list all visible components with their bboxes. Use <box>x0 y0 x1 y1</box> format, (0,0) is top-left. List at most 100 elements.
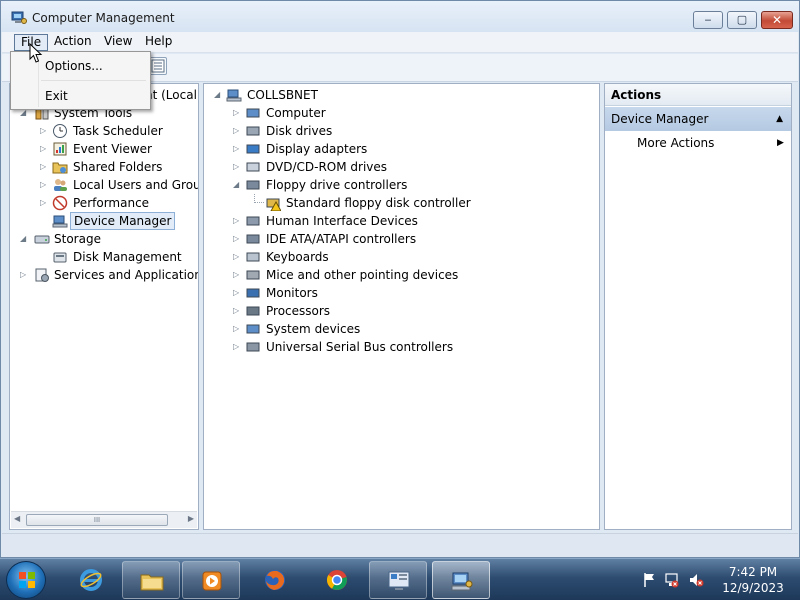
device-category-icon <box>246 270 260 280</box>
properties-icon <box>151 59 165 73</box>
menu-action[interactable]: Action <box>48 34 98 51</box>
collapse-arrow-icon[interactable]: ◢ <box>20 230 28 248</box>
warning-device-icon <box>266 198 281 211</box>
menu-item-options[interactable]: Options... <box>45 57 103 75</box>
expand-arrow-icon[interactable]: ▷ <box>233 212 241 230</box>
menu-item-exit[interactable]: Exit <box>45 87 68 105</box>
navigation-tree-pane[interactable]: nt (Local ◢ System Tools ▷ Task Schedule… <box>9 83 199 530</box>
device-tree-pane[interactable]: ◢ COLLSBNET ▷ Computer ▷ Disk drives ▷ Displa… <box>203 83 600 530</box>
tree-item-label: Device Manager <box>70 212 176 230</box>
device-category-icon <box>246 288 260 298</box>
device-label: Display adapters <box>266 142 368 156</box>
services-icon <box>35 268 49 282</box>
device-label: System devices <box>266 322 361 336</box>
tree-item-label: Shared Folders <box>73 160 163 174</box>
menu-bar: File Action View Help <box>2 32 798 53</box>
tree-item-label: Local Users and Groups <box>73 178 198 192</box>
expand-arrow-icon[interactable]: ▷ <box>40 158 48 176</box>
clock-date: 12/9/2023 <box>722 581 784 595</box>
internet-explorer-icon <box>80 569 102 591</box>
scroll-right-icon[interactable]: ▶ <box>188 514 194 523</box>
network-icon <box>665 573 679 588</box>
expand-arrow-icon[interactable]: ▷ <box>233 320 241 338</box>
expand-arrow-icon[interactable]: ▷ <box>40 194 48 212</box>
expand-arrow-icon[interactable]: ▷ <box>233 230 241 248</box>
device-category-icon <box>246 234 260 244</box>
media-player-icon <box>202 571 222 591</box>
expand-arrow-icon[interactable]: ▷ <box>233 302 241 320</box>
expand-arrow-icon[interactable]: ▷ <box>40 140 48 158</box>
device-label: IDE ATA/ATAPI controllers <box>266 232 417 246</box>
tree-root-label: nt (Local <box>145 88 197 102</box>
control-panel-icon <box>388 571 410 590</box>
firefox-icon <box>265 570 285 590</box>
horizontal-scrollbar[interactable]: ◀ III ▶ <box>11 511 197 528</box>
device-label: Floppy drive controllers <box>266 178 408 192</box>
more-actions-item[interactable]: More Actions <box>637 134 714 152</box>
menu-view[interactable]: View <box>98 34 138 51</box>
device-label: Universal Serial Bus controllers <box>266 340 454 354</box>
device-manager-icon <box>52 215 68 228</box>
device-tree-root-label: COLLSBNET <box>247 88 318 102</box>
expand-arrow-icon[interactable]: ▷ <box>20 266 28 284</box>
taskbar-internet-explorer[interactable] <box>62 561 120 599</box>
device-label: Keyboards <box>266 250 329 264</box>
scrollbar-thumb[interactable]: III <box>26 514 168 526</box>
tree-item-label: Performance <box>73 196 150 210</box>
computer-management-app-icon <box>11 11 27 24</box>
windows-logo-icon <box>19 572 35 588</box>
device-label: DVD/CD-ROM drives <box>266 160 388 174</box>
taskbar-computer-management[interactable] <box>432 561 490 599</box>
actions-pane: Actions Device Manager ▲ More Actions ▶ <box>604 83 792 530</box>
expand-arrow-icon[interactable]: ▷ <box>40 122 48 140</box>
tree-item-label: Services and Applications <box>54 268 199 282</box>
expand-arrow-icon[interactable]: ▷ <box>233 266 241 284</box>
mouse-cursor-icon <box>29 43 43 63</box>
device-category-icon <box>246 252 260 262</box>
taskbar-chrome[interactable] <box>308 561 366 599</box>
expand-arrow-icon[interactable]: ▷ <box>233 104 241 122</box>
expand-arrow-icon[interactable]: ▷ <box>40 176 48 194</box>
device-label: Disk drives <box>266 124 333 138</box>
tree-item-label: Task Scheduler <box>73 124 163 138</box>
taskbar-media-player[interactable] <box>182 561 240 599</box>
performance-icon <box>52 195 68 211</box>
device-label: Human Interface Devices <box>266 214 418 228</box>
system-tray-icons[interactable] <box>642 571 710 589</box>
collapse-arrow-icon[interactable]: ◢ <box>214 86 222 104</box>
device-label: Mice and other pointing devices <box>266 268 459 282</box>
tree-item-label: Event Viewer <box>73 142 152 156</box>
start-button[interactable] <box>6 561 46 599</box>
volume-muted-icon <box>690 574 704 587</box>
minimize-button[interactable]: ‒ <box>693 11 723 29</box>
expand-arrow-icon[interactable]: ▷ <box>233 248 241 266</box>
close-button[interactable]: ✕ <box>761 11 793 29</box>
expand-arrow-icon[interactable]: ▷ <box>233 122 241 140</box>
tree-connector <box>254 194 264 203</box>
properties-toolbar-button[interactable] <box>149 57 167 75</box>
title-bar[interactable]: Computer Management ‒ ▢ ✕ <box>1 1 799 32</box>
expand-arrow-icon[interactable]: ▷ <box>233 140 241 158</box>
shared-folder-icon <box>52 162 68 174</box>
scroll-left-icon[interactable]: ◀ <box>14 514 20 523</box>
computer-management-icon <box>451 572 473 591</box>
taskbar-clock[interactable]: 7:42 PM 12/9/2023 <box>718 564 788 596</box>
disk-management-icon <box>53 252 67 263</box>
expand-arrow-icon[interactable]: ▷ <box>233 338 241 356</box>
device-label: Computer <box>266 106 326 120</box>
taskbar-control-panel[interactable] <box>369 561 427 599</box>
submenu-arrow-icon[interactable]: ▶ <box>777 134 784 152</box>
maximize-button[interactable]: ▢ <box>727 11 757 29</box>
expand-arrow-icon[interactable]: ▷ <box>233 284 241 302</box>
computer-icon <box>226 89 242 102</box>
taskbar-firefox[interactable] <box>246 561 304 599</box>
actions-section-label: Device Manager <box>611 112 709 126</box>
expand-arrow-icon[interactable]: ▷ <box>233 158 241 176</box>
taskbar-file-explorer[interactable] <box>122 561 180 599</box>
menu-help[interactable]: Help <box>139 34 178 51</box>
status-bar <box>2 533 798 557</box>
collapse-arrow-icon[interactable]: ◢ <box>233 176 241 194</box>
actions-section-device-manager[interactable]: Device Manager ▲ <box>605 107 791 131</box>
collapse-section-icon[interactable]: ▲ <box>776 107 783 131</box>
device-label: Standard floppy disk controller <box>286 196 471 210</box>
